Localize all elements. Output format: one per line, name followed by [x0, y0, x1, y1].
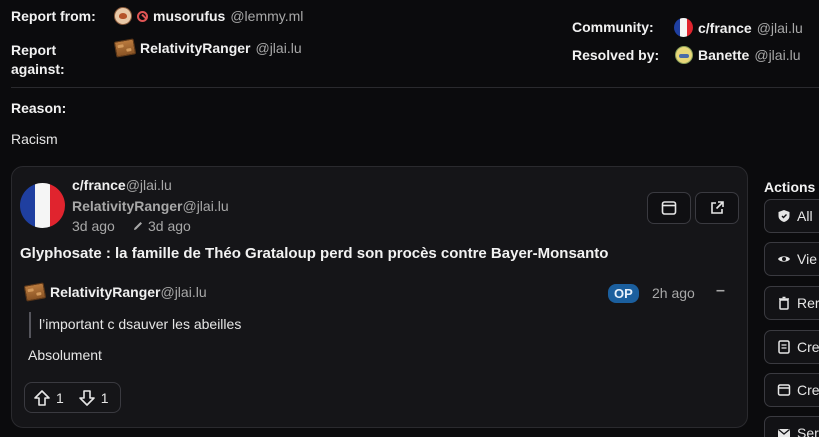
arrow-up-icon — [34, 389, 50, 406]
view-post-button[interactable] — [647, 192, 691, 224]
downvote-button[interactable]: 1 — [78, 389, 109, 407]
community-link[interactable]: c/france @jlai.lu — [674, 18, 803, 37]
community-name: c/france — [72, 177, 126, 193]
community-instance: @jlai.lu — [756, 19, 803, 36]
user-avatar — [675, 46, 693, 64]
window-icon — [777, 384, 791, 396]
upvote-count: 1 — [56, 389, 64, 406]
post-author-link[interactable]: RelativityRanger @jlai.lu — [72, 198, 229, 214]
author-instance: @jlai.lu — [160, 284, 207, 300]
post-title[interactable]: Glyphosate : la famille de Théo Gratalou… — [20, 245, 608, 262]
user-instance: @lemmy.ml — [230, 8, 304, 24]
community-instance: @jlai.lu — [125, 177, 172, 193]
user-name: RelativityRanger — [140, 40, 251, 56]
brick-avatar-icon — [113, 38, 137, 58]
france-flag-icon — [674, 18, 693, 37]
action-all-button[interactable]: All — [764, 199, 819, 233]
user-instance: @jlai.lu — [255, 40, 302, 56]
eye-icon — [778, 256, 790, 262]
resolved-by-user[interactable]: Banette @jlai.lu — [675, 46, 800, 64]
shield-icon — [778, 210, 790, 222]
upvote-button[interactable]: 1 — [33, 389, 64, 407]
downvote-count: 1 — [100, 389, 109, 406]
action-create-note-button[interactable]: Cre — [764, 330, 819, 364]
window-icon — [661, 201, 677, 215]
comment-body: Absolument — [28, 347, 102, 363]
reason-text: Racism — [11, 131, 58, 147]
banned-icon — [137, 10, 148, 22]
author-name: RelativityRanger — [72, 198, 183, 214]
action-create-button[interactable]: Cre — [764, 373, 819, 407]
post-time: 3d ago — [72, 218, 115, 234]
user-instance: @jlai.lu — [754, 47, 801, 63]
comment-author-link[interactable]: RelativityRanger @jlai.lu — [23, 282, 207, 302]
vote-buttons: 1 1 — [24, 382, 121, 413]
brick-avatar-icon — [23, 282, 47, 302]
action-view-button[interactable]: Vie — [764, 242, 819, 276]
report-against-user[interactable]: RelativityRanger @jlai.lu — [113, 38, 302, 58]
author-instance: @jlai.lu — [182, 198, 229, 214]
community-name: c/france — [698, 19, 752, 36]
report-against-label: Report against: — [11, 42, 65, 77]
actions-heading: Actions — [764, 179, 816, 195]
arrow-down-icon — [78, 389, 95, 406]
pencil-icon — [134, 222, 142, 230]
community-label: Community: — [572, 19, 654, 35]
collapse-button[interactable]: – — [716, 282, 725, 300]
user-avatar — [114, 7, 132, 25]
comment-quote: l’important c dsauver les abeilles — [29, 312, 241, 338]
external-link-icon — [711, 201, 724, 214]
resolved-by-label: Resolved by: — [572, 47, 660, 63]
action-remove-button[interactable]: Rer — [764, 286, 819, 320]
document-icon — [778, 340, 790, 354]
comment-time: 2h ago — [652, 285, 695, 301]
community-flag-icon[interactable] — [20, 183, 65, 228]
post-edited: 3d ago — [132, 218, 191, 234]
open-external-button[interactable] — [695, 192, 739, 224]
user-name: Banette — [698, 47, 750, 63]
report-from-user[interactable]: musorufus @lemmy.ml — [114, 7, 303, 25]
post-community-link[interactable]: c/france @jlai.lu — [72, 177, 172, 193]
divider — [11, 87, 819, 88]
op-badge: OP — [608, 284, 639, 303]
reason-label: Reason: — [11, 100, 67, 116]
trash-icon — [779, 296, 789, 310]
user-name: musorufus — [153, 8, 226, 24]
mail-icon — [778, 428, 790, 437]
action-send-button[interactable]: Ser — [764, 416, 819, 437]
report-from-label: Report from: — [11, 8, 96, 24]
author-name: RelativityRanger — [50, 284, 161, 300]
